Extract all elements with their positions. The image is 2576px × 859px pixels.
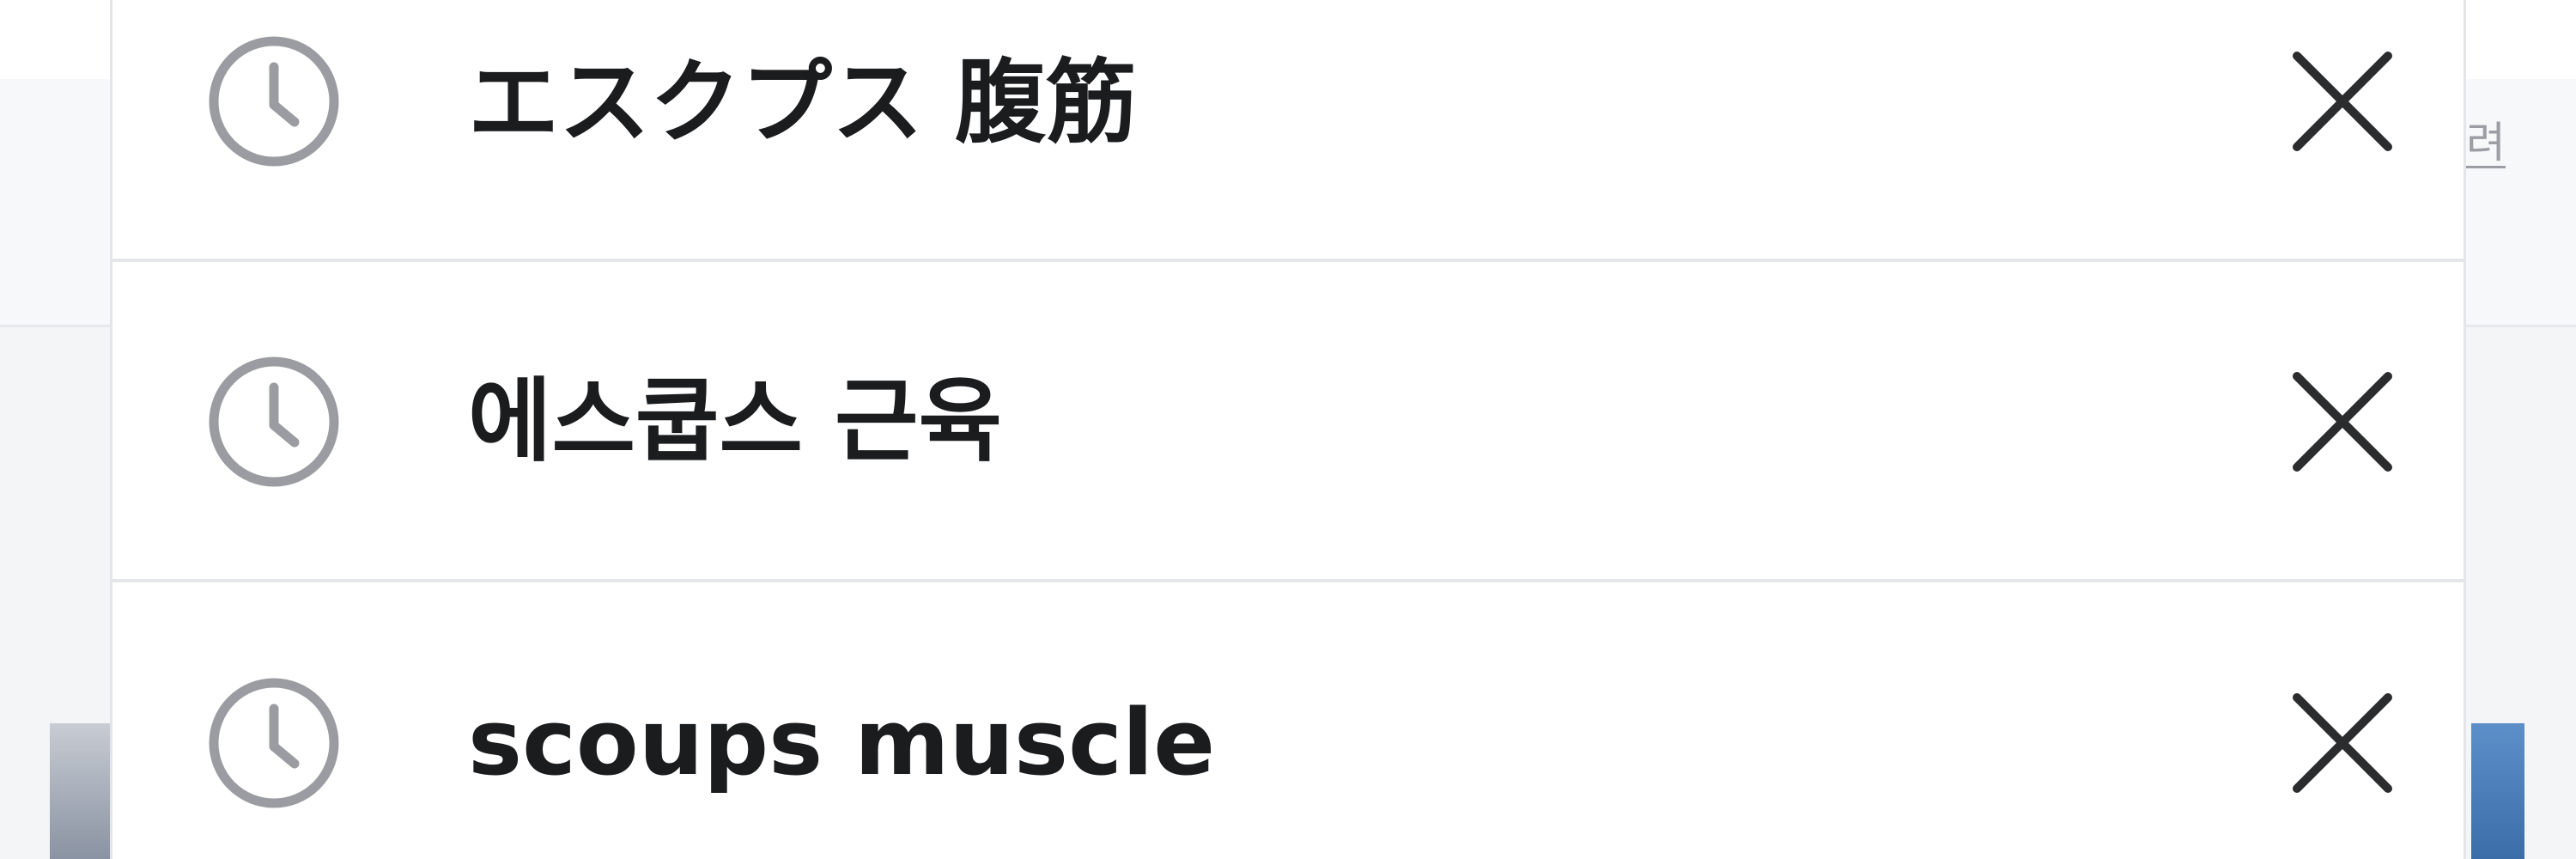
clock-icon bbox=[209, 36, 339, 167]
recent-search-item[interactable]: エスクプス 腹筋 bbox=[112, 0, 2464, 262]
close-icon bbox=[2293, 693, 2392, 793]
recent-search-label: エスクプス 腹筋 bbox=[468, 50, 1137, 155]
close-icon bbox=[2293, 52, 2392, 151]
recent-search-item[interactable]: 에스쿱스 근육 bbox=[112, 265, 2464, 582]
background-link[interactable]: 려 bbox=[2466, 120, 2506, 168]
recent-searches-dropdown: エスクプス 腹筋 에스쿱스 근육 scoups muscle bbox=[110, 0, 2466, 859]
close-icon bbox=[2293, 372, 2392, 472]
remove-search-button[interactable] bbox=[2269, 28, 2415, 174]
background-thumbnail-left bbox=[50, 723, 118, 859]
recent-search-item[interactable]: scoups muscle bbox=[112, 584, 2464, 859]
clock-icon bbox=[209, 356, 339, 487]
page: 려 エスクプス 腹筋 에스쿱스 근육 scoups muscle bbox=[0, 0, 2576, 859]
recent-search-label: 에스쿱스 근육 bbox=[468, 369, 1003, 474]
remove-search-button[interactable] bbox=[2269, 670, 2415, 816]
remove-search-button[interactable] bbox=[2269, 349, 2415, 495]
background-thumbnail-right bbox=[2471, 723, 2524, 859]
clock-icon bbox=[209, 678, 339, 808]
recent-search-label: scoups muscle bbox=[468, 690, 1216, 795]
